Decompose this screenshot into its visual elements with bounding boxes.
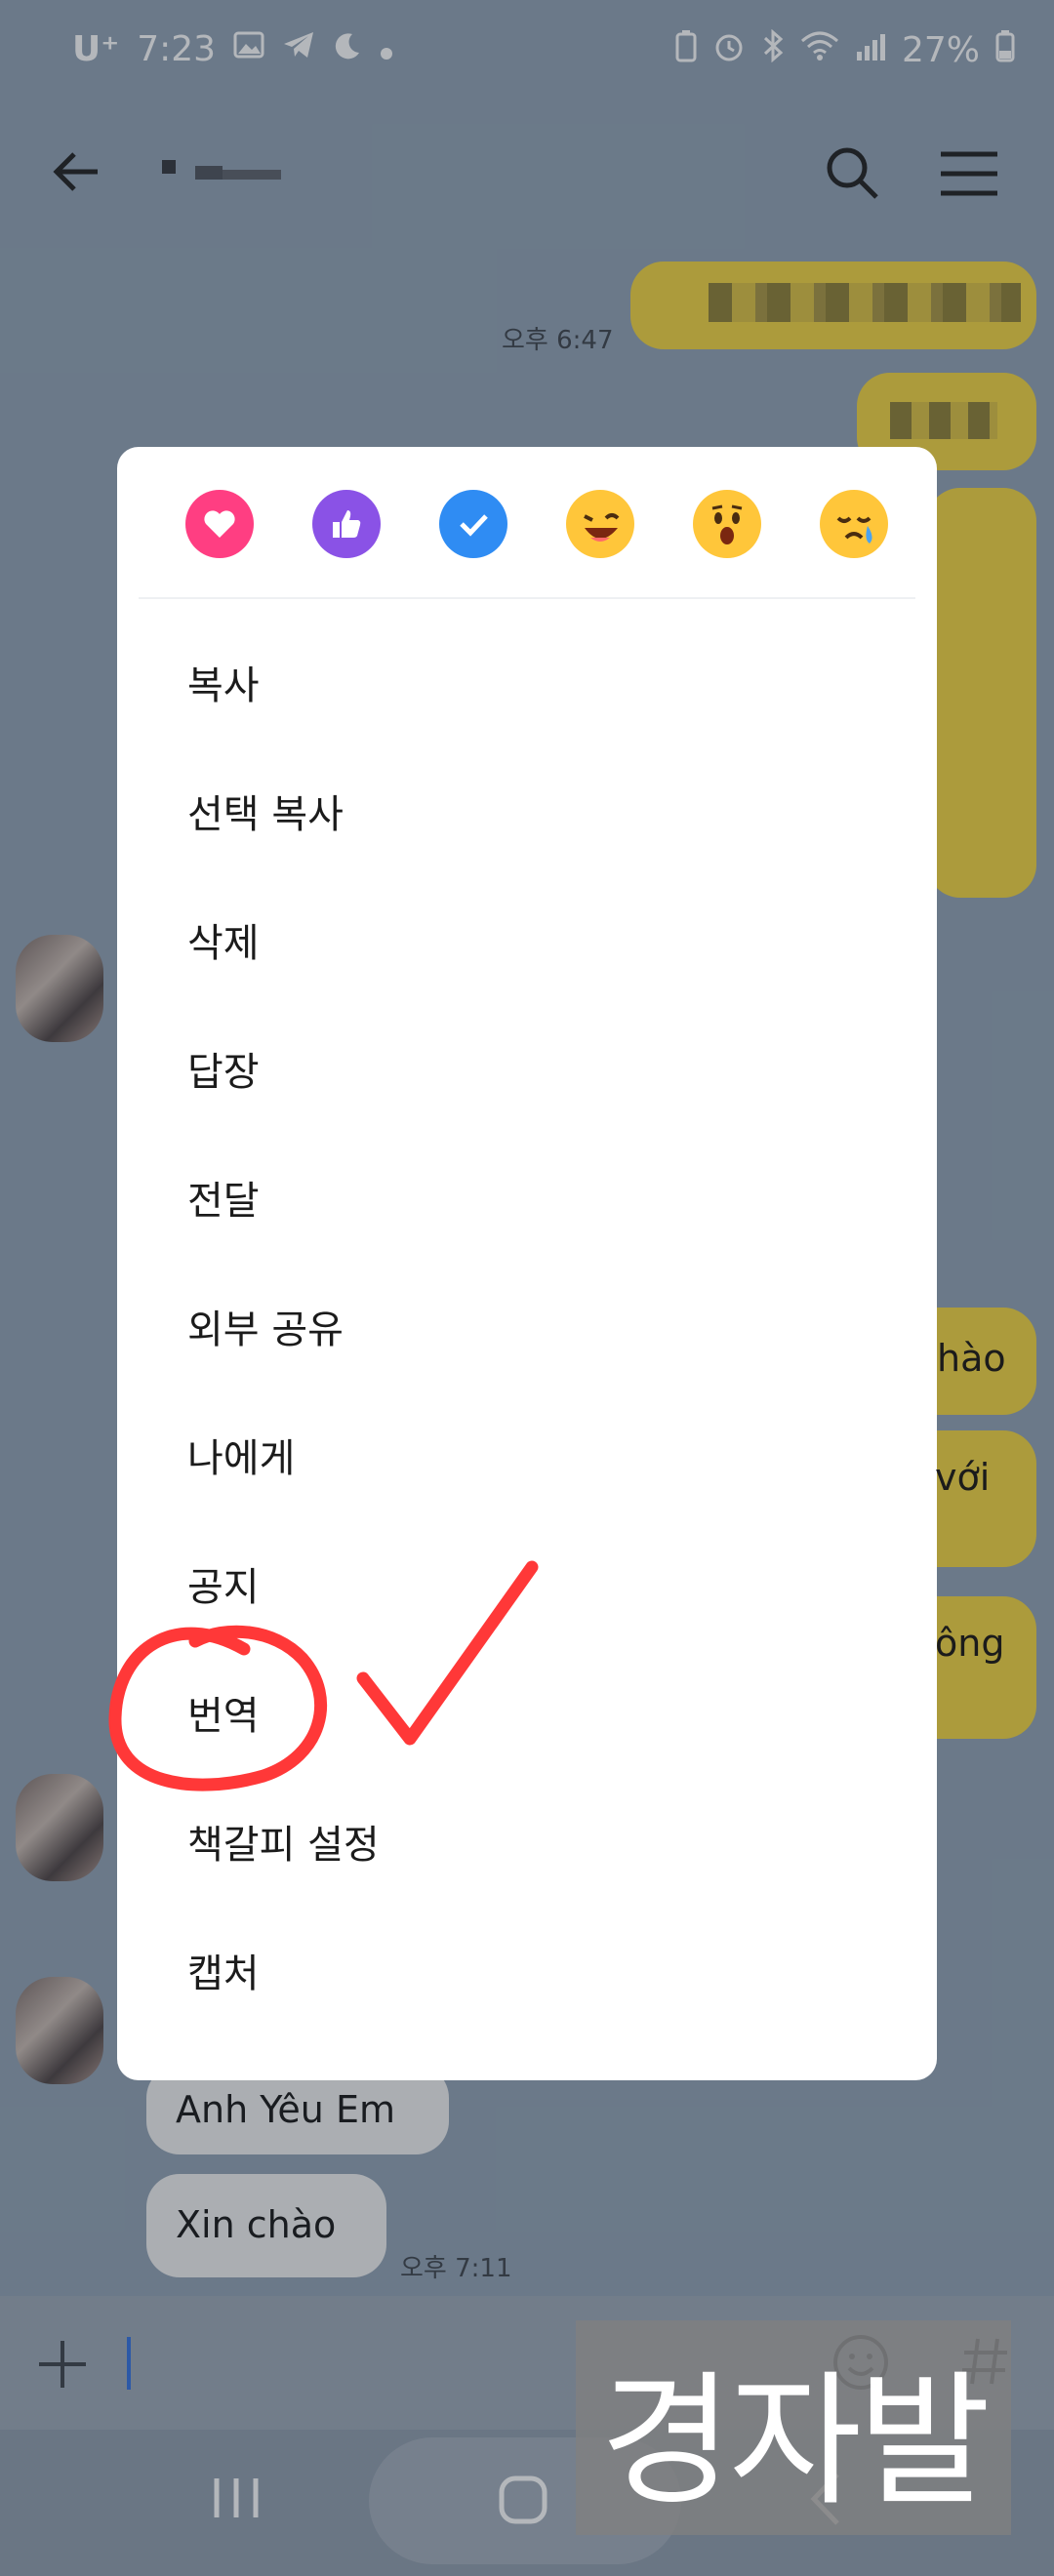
reaction-bar: [185, 484, 888, 572]
sad-tear-face-icon: [836, 516, 872, 543]
heart-reaction-button[interactable]: [185, 490, 254, 558]
sad-reaction-button[interactable]: [820, 490, 888, 558]
message-context-menu: 복사 선택 복사 삭제 답장 전달 외부 공유 나에게 공지 번역 책갈피 설정…: [117, 447, 937, 2080]
menu-item-copy[interactable]: 복사: [187, 628, 871, 736]
grinning-face-icon: [584, 513, 620, 542]
menu-item-select-copy[interactable]: 선택 복사: [187, 757, 871, 865]
like-reaction-button[interactable]: [312, 490, 381, 558]
partial-message-text: hào: [937, 1337, 1006, 1380]
thumbs-up-icon: [333, 510, 361, 538]
menu-item-capture[interactable]: 캡처: [187, 1916, 871, 2024]
check-reaction-button[interactable]: [439, 490, 507, 558]
wow-reaction-button[interactable]: [693, 490, 761, 558]
menu-item-notice[interactable]: 공지: [187, 1530, 871, 1637]
heart-icon: [204, 510, 235, 538]
surprised-face-icon: [711, 504, 743, 544]
menu-item-forward[interactable]: 전달: [187, 1144, 871, 1251]
partial-message-text: ông: [935, 1622, 1005, 1665]
menu-item-translate[interactable]: 번역: [187, 1659, 871, 1766]
check-icon: [460, 514, 488, 537]
chat-screen: U⁺ 7:23 27% 오후 6:47 Anh Yêu Em Xin chào …: [0, 0, 1054, 2576]
menu-item-delete[interactable]: 삭제: [187, 886, 871, 993]
menu-item-external-share[interactable]: 외부 공유: [187, 1272, 871, 1380]
partial-message-text: với: [935, 1456, 991, 1499]
menu-item-reply[interactable]: 답장: [187, 1015, 871, 1122]
watermark-text: 경자발: [599, 2356, 991, 2525]
divider: [139, 597, 915, 599]
watermark: 경자발: [576, 2320, 1011, 2535]
menu-item-to-me[interactable]: 나에게: [187, 1401, 871, 1509]
laugh-reaction-button[interactable]: [566, 490, 634, 558]
menu-item-bookmark[interactable]: 책갈피 설정: [187, 1788, 871, 1895]
